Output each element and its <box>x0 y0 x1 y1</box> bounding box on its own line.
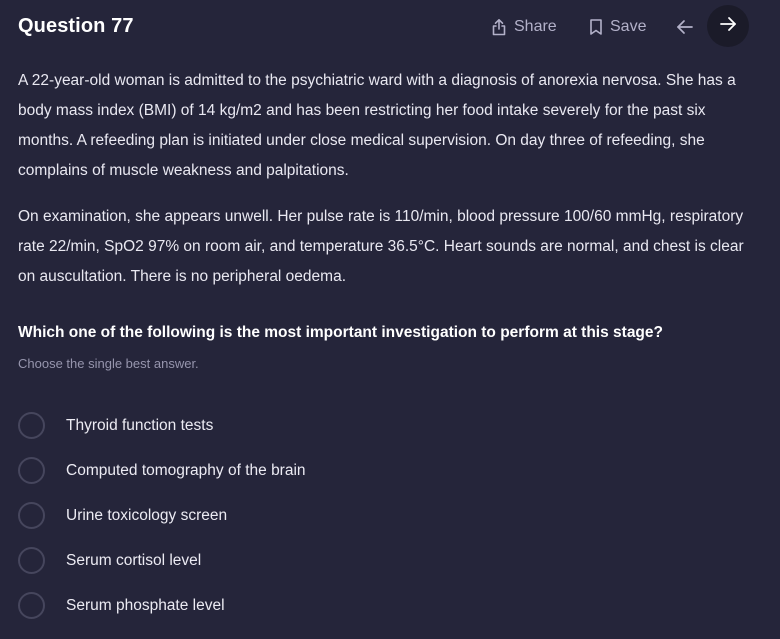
question-prompt: Which one of the following is the most i… <box>18 324 663 341</box>
arrow-left-icon <box>676 19 694 35</box>
next-question-button[interactable] <box>707 5 749 47</box>
bookmark-icon <box>589 18 603 36</box>
answer-option-label: Computed tomography of the brain <box>66 461 306 479</box>
answer-option-label: Serum cortisol level <box>66 551 202 569</box>
answer-option-label: Serum phosphate level <box>66 596 225 614</box>
answer-option[interactable]: Urine toxicology screen <box>18 498 758 533</box>
question-stem-paragraph: On examination, she appears unwell. Her … <box>18 208 744 285</box>
radio-button[interactable] <box>18 547 45 574</box>
answer-option[interactable]: Serum cortisol level <box>18 543 758 578</box>
previous-question-button[interactable] <box>676 14 694 40</box>
page-title: Question 77 <box>18 15 134 37</box>
answer-instruction: Choose the single best answer. <box>18 356 199 371</box>
share-label: Share <box>514 18 557 35</box>
save-button[interactable]: Save <box>589 14 646 40</box>
radio-button[interactable] <box>18 502 45 529</box>
save-label: Save <box>610 18 647 35</box>
share-icon <box>491 18 507 36</box>
radio-button[interactable] <box>18 457 45 484</box>
question-header: Question 77 Share Save <box>0 0 780 54</box>
answer-option-label: Thyroid function tests <box>66 416 214 434</box>
arrow-right-icon <box>719 16 737 37</box>
answer-option-label: Urine toxicology screen <box>66 506 228 524</box>
radio-button[interactable] <box>18 412 45 439</box>
question-stem-paragraph: A 22-year-old woman is admitted to the p… <box>18 72 736 179</box>
radio-button[interactable] <box>18 592 45 619</box>
answer-option[interactable]: Computed tomography of the brain <box>18 453 758 488</box>
share-button[interactable]: Share <box>491 14 557 40</box>
answer-option[interactable]: Thyroid function tests <box>18 408 758 443</box>
answer-options: Thyroid function tests Computed tomograp… <box>18 408 758 633</box>
answer-option[interactable]: Serum phosphate level <box>18 588 758 623</box>
